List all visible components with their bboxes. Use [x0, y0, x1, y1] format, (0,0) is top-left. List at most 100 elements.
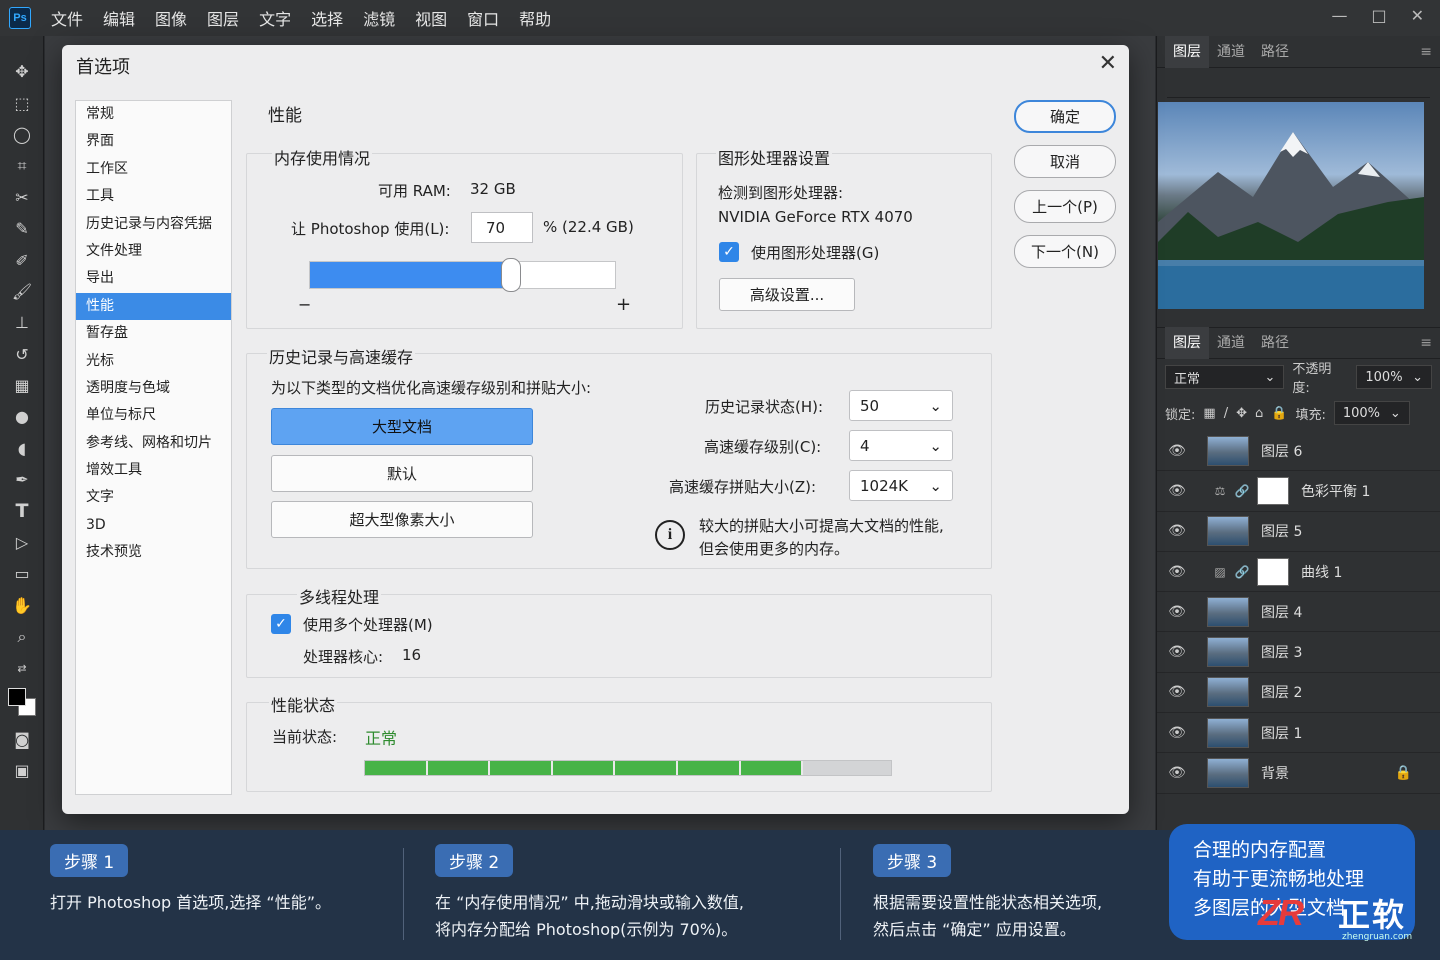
ram-slider[interactable] [309, 258, 616, 292]
category-item[interactable]: 技术预览 [76, 539, 231, 566]
marquee-tool-icon[interactable]: ⬚ [0, 87, 44, 118]
category-item[interactable]: 历史记录与内容凭据 [76, 211, 231, 238]
minimize-icon[interactable]: — [1331, 6, 1347, 25]
visibility-eye-icon[interactable]: 👁 [1157, 483, 1197, 499]
visibility-eye-icon[interactable]: 👁 [1157, 725, 1197, 741]
huge-pixels-button[interactable]: 超大型像素大小 [271, 501, 533, 538]
default-button[interactable]: 默认 [271, 455, 533, 492]
category-item[interactable]: 文字 [76, 484, 231, 511]
gradient-tool-icon[interactable]: ▦ [0, 370, 44, 401]
layer-row[interactable]: 👁 ▨ 🔗 曲线 1 [1157, 552, 1440, 593]
layer-row[interactable]: 👁 图层 3 [1157, 632, 1440, 673]
visibility-eye-icon[interactable]: 👁 [1157, 564, 1197, 580]
cache-tile-select[interactable]: 1024K ⌄ [849, 470, 953, 501]
blend-mode-select[interactable]: 正常 ⌄ [1165, 365, 1285, 389]
category-item[interactable]: 增效工具 [76, 457, 231, 484]
menu-item[interactable]: 图像 [155, 6, 187, 30]
screen-mode-icon[interactable]: ▣ [0, 755, 44, 786]
menu-item[interactable]: 窗口 [467, 6, 499, 30]
brush-tool-icon[interactable]: 🖌 [0, 276, 44, 307]
menu-item[interactable]: 视图 [415, 6, 447, 30]
type-tool-icon[interactable]: T [0, 495, 44, 526]
eyedropper-tool-icon[interactable]: ✎ [0, 213, 44, 244]
zoom-tool-icon[interactable]: ⌕ [0, 621, 44, 652]
move-tool-icon[interactable]: ✥ [0, 56, 44, 87]
history-states-select[interactable]: 50 ⌄ [849, 390, 953, 421]
hand-tool-icon[interactable]: ✋ [0, 590, 44, 621]
slice-tool-icon[interactable]: ✂ [0, 182, 44, 213]
category-item[interactable]: 常规 [76, 101, 231, 128]
menu-item[interactable]: 滤镜 [363, 6, 395, 30]
layer-row[interactable]: 👁 背景 🔒 [1157, 753, 1440, 794]
prev-button[interactable]: 上一个(P) [1014, 190, 1116, 223]
close-window-icon[interactable]: ✕ [1411, 6, 1424, 25]
fill-field[interactable]: 100% ⌄ [1333, 401, 1410, 425]
cancel-button[interactable]: 取消 [1014, 145, 1116, 178]
category-item[interactable]: 单位与标尺 [76, 402, 231, 429]
healing-brush-icon[interactable]: ✐ [0, 244, 44, 275]
tab-layers-top[interactable]: 图层 [1165, 35, 1209, 68]
pen-tool-icon[interactable]: ✒ [0, 464, 44, 495]
maximize-icon[interactable]: □ [1371, 6, 1386, 25]
category-item[interactable]: 界面 [76, 128, 231, 155]
opacity-field[interactable]: 100% ⌄ [1356, 365, 1432, 389]
stamp-tool-icon[interactable]: ⊥ [0, 307, 44, 338]
tab-channels[interactable]: 通道 [1209, 327, 1253, 359]
layer-row[interactable]: 👁 图层 5 [1157, 512, 1440, 552]
category-item[interactable]: 透明度与色域 [76, 375, 231, 402]
visibility-eye-icon[interactable]: 👁 [1157, 684, 1197, 700]
tab-paths[interactable]: 路径 [1253, 327, 1297, 359]
slider-minus[interactable]: − [298, 295, 311, 314]
foreground-color[interactable] [8, 687, 26, 706]
close-icon[interactable]: ✕ [1099, 51, 1117, 76]
cache-levels-select[interactable]: 4 ⌄ [849, 430, 953, 461]
shape-tool-icon[interactable]: ▭ [0, 558, 44, 589]
tab-channels-top[interactable]: 通道 [1209, 36, 1253, 68]
layers-menu-icon[interactable]: ≡ [1420, 335, 1432, 351]
menu-item[interactable]: 选择 [311, 6, 343, 30]
advanced-settings-button[interactable]: 高级设置... [719, 278, 855, 311]
link-icon[interactable]: 🔗 [1233, 484, 1251, 498]
category-item[interactable]: 工具 [76, 183, 231, 210]
category-item[interactable]: 3D [76, 512, 231, 539]
swap-colors-icon[interactable]: ⇄ [0, 652, 44, 683]
category-item[interactable]: 参考线、网格和切片 [76, 430, 231, 457]
visibility-eye-icon[interactable]: 👁 [1157, 644, 1197, 660]
lock-position-icon[interactable]: ✥ [1236, 406, 1247, 421]
quick-mask-icon[interactable]: ◙ [0, 724, 44, 755]
lasso-tool-icon[interactable]: ◯ [0, 119, 44, 150]
ok-button[interactable]: 确定 [1014, 100, 1116, 133]
layer-row[interactable]: 👁 图层 6 [1157, 431, 1440, 472]
category-item[interactable]: 文件处理 [76, 238, 231, 265]
menu-item[interactable]: 图层 [207, 6, 239, 30]
ram-slider-thumb[interactable] [501, 258, 522, 292]
lock-artboard-icon[interactable]: ⌂ [1255, 406, 1263, 421]
next-button[interactable]: 下一个(N) [1014, 235, 1116, 268]
large-docs-button[interactable]: 大型文档 [271, 408, 533, 445]
crop-tool-icon[interactable]: ⌗ [0, 150, 44, 181]
category-item[interactable]: 导出 [76, 265, 231, 292]
menu-item[interactable]: 文字 [259, 6, 291, 30]
category-item[interactable]: 工作区 [76, 156, 231, 183]
visibility-eye-icon[interactable]: 👁 [1157, 523, 1197, 539]
visibility-eye-icon[interactable]: 👁 [1157, 604, 1197, 620]
layer-mask-thumbnail[interactable] [1257, 557, 1289, 586]
ram-percent-input[interactable]: 70 [471, 212, 533, 243]
tab-paths-top[interactable]: 路径 [1253, 36, 1297, 68]
visibility-eye-icon[interactable]: 👁 [1157, 765, 1197, 781]
category-item[interactable]: 暂存盘 [76, 320, 231, 347]
dodge-tool-icon[interactable]: ◖ [0, 433, 44, 464]
layer-mask-thumbnail[interactable] [1257, 476, 1289, 505]
category-item[interactable]: 光标 [76, 348, 231, 375]
tab-layers[interactable]: 图层 [1165, 327, 1209, 359]
layer-row[interactable]: 👁 图层 2 [1157, 673, 1440, 714]
path-select-icon[interactable]: ▷ [0, 527, 44, 558]
slider-plus[interactable]: + [616, 294, 631, 315]
history-brush-icon[interactable]: ↺ [0, 339, 44, 370]
menu-item[interactable]: 帮助 [519, 6, 551, 30]
lock-paint-icon[interactable]: / [1224, 406, 1228, 421]
lock-pixels-icon[interactable]: ▦ [1203, 406, 1215, 421]
panel-menu-icon[interactable]: ≡ [1420, 44, 1432, 60]
layer-row[interactable]: 👁 图层 1 [1157, 713, 1440, 754]
link-icon[interactable]: 🔗 [1233, 565, 1251, 579]
